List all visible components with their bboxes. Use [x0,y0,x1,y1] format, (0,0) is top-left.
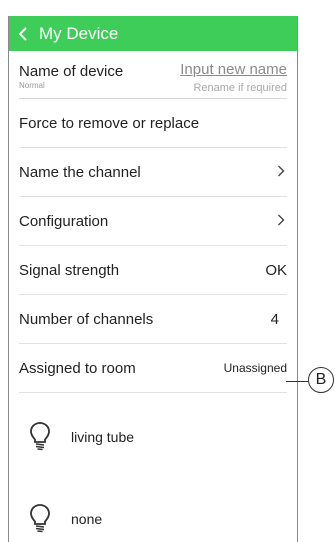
name-of-device-row: Name of device Normal Input new name Ren… [19,51,287,99]
device-item[interactable]: living tube [19,393,287,475]
callout-leader-line [286,381,309,382]
name-channel-row[interactable]: Name the channel [19,148,287,197]
page-title: My Device [39,23,119,43]
lightbulb-icon [29,421,51,451]
device-name: living tube [71,429,135,445]
chevron-left-icon[interactable] [17,26,33,42]
signal-strength-row: Signal strength OK [19,246,287,295]
assigned-room-row[interactable]: Assigned to room Unassigned [19,344,287,393]
input-new-name-link[interactable]: Input new name [180,61,287,78]
chevron-right-icon [277,213,287,229]
force-remove-label: Force to remove or replace [19,114,200,132]
assigned-room-label: Assigned to room [19,359,136,377]
device-item[interactable]: none [19,475,287,542]
assigned-room-value: Unassigned [223,361,287,375]
device-type-label: Normal [19,81,45,90]
rename-hint: Rename if required [193,82,287,94]
configuration-row[interactable]: Configuration [19,197,287,246]
device-name: none [71,511,103,527]
force-remove-row[interactable]: Force to remove or replace [19,99,287,148]
chevron-right-icon [277,164,287,180]
signal-strength-value: OK [265,261,287,279]
name-of-device-label: Name of device [19,63,124,80]
number-of-channels-label: Number of channels [19,310,154,328]
app-header: My Device [9,16,297,51]
number-of-channels-value: 4 [270,310,279,328]
configuration-label: Configuration [19,212,109,230]
callout-badge: B [308,367,334,393]
name-channel-label: Name the channel [19,163,141,181]
lightbulb-icon [29,503,51,533]
signal-strength-label: Signal strength [19,261,120,279]
device-screen: My Device Name of device Normal Input ne… [8,16,298,542]
number-of-channels-row: Number of channels 4 [19,295,287,344]
